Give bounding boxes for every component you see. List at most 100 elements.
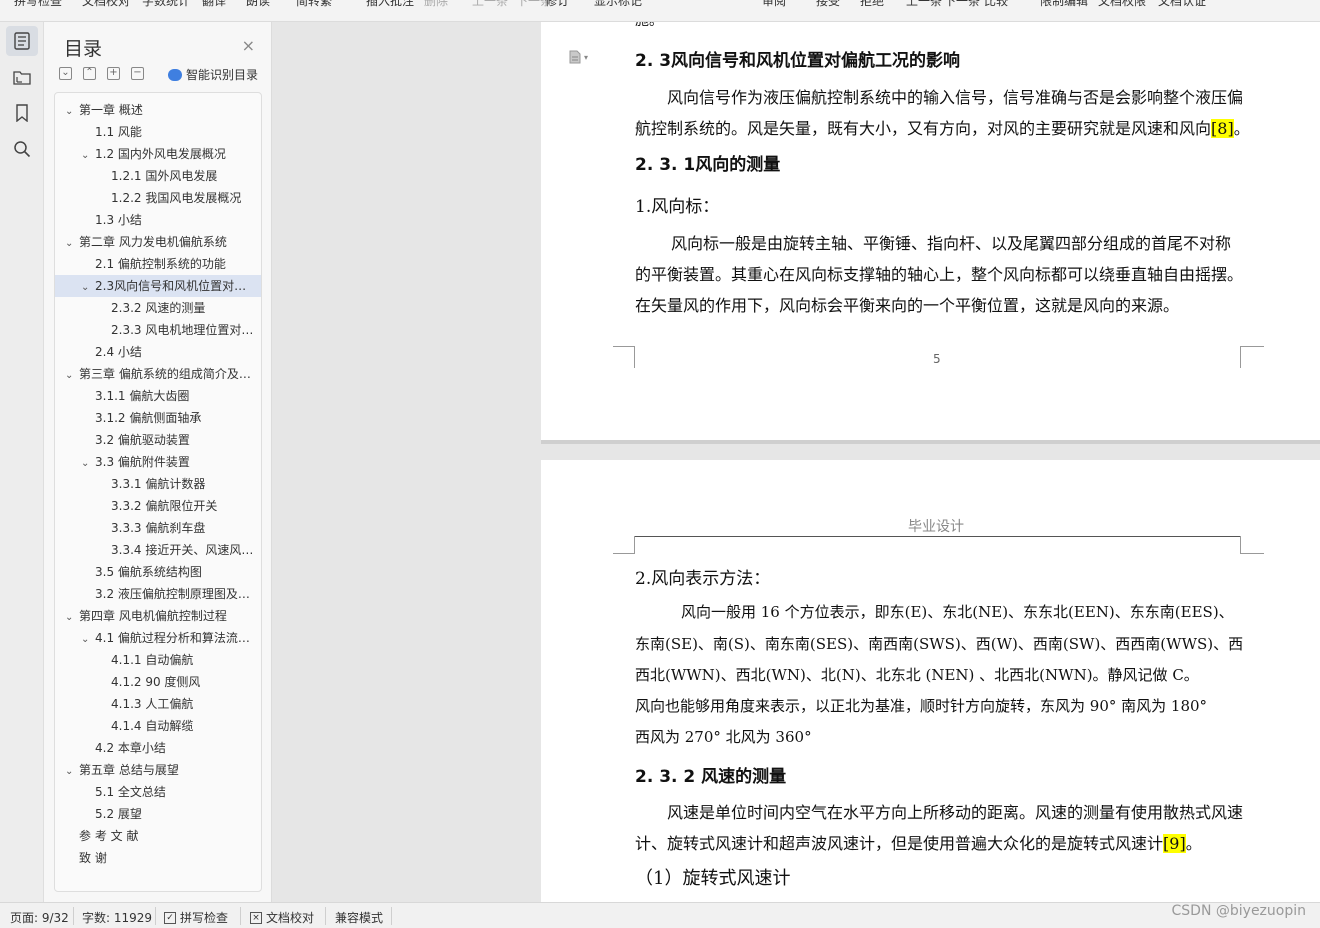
prev-comment-button[interactable]: 上一条	[472, 0, 508, 9]
toc-item[interactable]: 3.3.1 偏航计数器	[55, 473, 261, 495]
doc-permission-button[interactable]: 文档权限	[1098, 0, 1146, 9]
toc-item[interactable]: 1.2.2 我国风电发展概况	[55, 187, 261, 209]
document-workspace[interactable]: ▾ 施。 2. 3风向信号和风机位置对偏航工况的影响 风向信号作为液压偏航控制系…	[273, 22, 1320, 902]
toc-item[interactable]: ⌄ 第二章 风力发电机偏航系统	[55, 231, 261, 253]
citation-9[interactable]: [9]	[1163, 834, 1186, 853]
read-aloud-button[interactable]: 朗读	[246, 0, 270, 9]
para-3-line-2: 东南(SE)、南(S)、南东南(SES)、南西南(SWS)、西(W)、西南(SW…	[635, 635, 1244, 653]
toc-item[interactable]: 4.1.4 自动解缆	[55, 715, 261, 737]
bookmark-icon[interactable]	[6, 98, 38, 128]
page-header-text: 毕业设计	[908, 519, 964, 535]
toc-item[interactable]: 3.1.2 偏航侧面轴承	[55, 407, 261, 429]
toc-item[interactable]: 3.3.4 接近开关、风速风向仪	[55, 539, 261, 561]
toc-item[interactable]: ⌄ 第一章 概述	[55, 99, 261, 121]
insert-comment-button[interactable]: 插入批注	[366, 0, 414, 9]
search-icon[interactable]	[6, 134, 38, 164]
s2t-button[interactable]: 简转繁	[296, 0, 332, 9]
toc-item[interactable]: 2.3.3 风电机地理位置对偏航的影响	[55, 319, 261, 341]
close-icon[interactable]: ×	[242, 36, 255, 55]
add-heading-icon[interactable]: +	[107, 67, 120, 80]
spell-check-status[interactable]: ✓ 拼写检查	[164, 909, 228, 926]
toc-item[interactable]: ⌄ 4.1 偏航过程分析和算法流程图	[55, 627, 261, 649]
chevron-down-icon[interactable]: ⌄	[65, 365, 79, 385]
delete-comment-button[interactable]: 删除	[424, 0, 448, 9]
para-2-line-1: 风向标一般是由旋转主轴、平衡锤、指向杆、以及尾翼四部分组成的首尾不对称	[671, 234, 1232, 253]
toc-item[interactable]: 2.3.2 风速的测量	[55, 297, 261, 319]
spell-check-label: 拼写检查	[180, 911, 229, 925]
toc-item[interactable]: 4.1.1 自动偏航	[55, 649, 261, 671]
margin-corner-tl	[613, 536, 635, 554]
toc-item[interactable]: ⌄ 1.2 国内外风电发展概况	[55, 143, 261, 165]
show-markup-button[interactable]: 显示标记	[594, 0, 642, 9]
toc-item[interactable]: 5.1 全文总结	[55, 781, 261, 803]
toc-item[interactable]: 3.1.1 偏航大齿圈	[55, 385, 261, 407]
ai-icon	[168, 68, 182, 81]
toc-item-label: 3.3.3 偏航刹车盘	[111, 521, 206, 535]
toc-item-label: 3.1.1 偏航大齿圈	[95, 389, 190, 403]
toc-item-label: 1.3 小结	[95, 213, 142, 227]
heading-2-3: 2. 3风向信号和风机位置对偏航工况的影响	[635, 51, 961, 71]
toc-item[interactable]: ⌄ 第四章 风电机偏航控制过程	[55, 605, 261, 627]
word-count-button[interactable]: 字数统计	[142, 0, 190, 9]
toc-item[interactable]: 4.2 本章小结	[55, 737, 261, 759]
divider	[391, 907, 392, 925]
para-3-line-1: 风向一般用 16 个方位表示，即东(E)、东北(NE)、东东北(EEN)、东东南…	[681, 603, 1234, 621]
doc-proof-button[interactable]: 文档校对	[82, 0, 130, 9]
smart-toc-button[interactable]: 智能识别目录	[168, 66, 258, 83]
toc-item[interactable]: 2.4 小结	[55, 341, 261, 363]
toc-item[interactable]: 1.1 风能	[55, 121, 261, 143]
chevron-down-icon[interactable]: ⌄	[65, 607, 79, 627]
ribbon-toolbar: 拼写检查 文档校对 字数统计 翻译 朗读 简转繁 插入批注 删除 上一条 下一条…	[0, 0, 1320, 22]
toc-item[interactable]: 参 考 文 献	[55, 825, 261, 847]
track-changes-button[interactable]: 修订	[545, 0, 569, 9]
toc-item[interactable]: 5.2 展望	[55, 803, 261, 825]
toc-item-label: 5.1 全文总结	[95, 785, 166, 799]
toc-item-label: 第二章 风力发电机偏航系统	[79, 235, 227, 249]
toc-item[interactable]: 3.3.3 偏航刹车盘	[55, 517, 261, 539]
chevron-down-icon[interactable]: ⌄	[65, 761, 79, 781]
citation-8[interactable]: [8]	[1211, 119, 1234, 138]
translate-button[interactable]: 翻译	[202, 0, 226, 9]
toc-item[interactable]: 3.2 液压偏航控制原理图及分析	[55, 583, 261, 605]
toc-item[interactable]: 1.3 小结	[55, 209, 261, 231]
chevron-down-icon[interactable]: ⌄	[81, 453, 95, 473]
expand-up-icon[interactable]: ⌃	[83, 67, 96, 80]
page-indicator[interactable]: 页面: 9/32	[10, 909, 69, 926]
chevron-down-icon[interactable]: ⌄	[65, 233, 79, 253]
doc-proof-status[interactable]: × 文档校对	[250, 909, 314, 926]
margin-corner-bl	[613, 346, 635, 368]
toc-item[interactable]: 3.5 偏航系统结构图	[55, 561, 261, 583]
chevron-down-icon[interactable]: ⌄	[65, 101, 79, 121]
folder-tree-icon[interactable]	[6, 62, 38, 92]
chevron-down-icon[interactable]: ⌄	[81, 277, 95, 297]
accept-button[interactable]: 接受	[816, 0, 840, 9]
review-button[interactable]: 审阅	[762, 0, 786, 9]
spell-check-button[interactable]: 拼写检查	[14, 0, 62, 9]
toc-item[interactable]: 4.1.2 90 度侧风	[55, 671, 261, 693]
toc-item[interactable]: ⌄ 3.3 偏航附件装置	[55, 451, 261, 473]
toc-item[interactable]: 3.3.2 偏航限位开关	[55, 495, 261, 517]
outline-icon[interactable]	[6, 26, 38, 56]
toc-item[interactable]: ⌄ 第五章 总结与展望	[55, 759, 261, 781]
chevron-down-icon[interactable]: ⌄	[81, 145, 95, 165]
prev-change-button[interactable]: 上一条	[906, 0, 942, 9]
word-count[interactable]: 字数: 11929	[82, 909, 152, 926]
chevron-down-icon[interactable]: ⌄	[81, 629, 95, 649]
restrict-edit-button[interactable]: 限制编辑	[1040, 0, 1088, 9]
paragraph-menu-icon[interactable]: ▾	[569, 50, 588, 64]
toc-item[interactable]: 3.2 偏航驱动装置	[55, 429, 261, 451]
toc-item[interactable]: 致 谢	[55, 847, 261, 869]
toc-item[interactable]: ⌄2.3风向信号和风机位置对偏航工况的影响	[55, 275, 261, 297]
collapse-all-icon[interactable]: ⌄	[59, 67, 72, 80]
para-4-line-2: 计、旋转式风速计和超声波风速计，但是使用普遍大众化的是旋转式风速计[9]。	[635, 834, 1202, 853]
compare-button[interactable]: 比较	[984, 0, 1008, 9]
para-1-line-1: 风向信号作为液压偏航控制系统中的输入信号，信号准确与否是会影响整个液压偏	[667, 88, 1244, 107]
toc-item[interactable]: 2.1 偏航控制系统的功能	[55, 253, 261, 275]
remove-heading-icon[interactable]: −	[131, 67, 144, 80]
reject-button[interactable]: 拒绝	[860, 0, 884, 9]
next-change-button[interactable]: 下一条	[944, 0, 980, 9]
toc-item[interactable]: 4.1.3 人工偏航	[55, 693, 261, 715]
doc-auth-button[interactable]: 文档认证	[1158, 0, 1206, 9]
toc-item[interactable]: 1.2.1 国外风电发展	[55, 165, 261, 187]
toc-item[interactable]: ⌄ 第三章 偏航系统的组成简介及功能	[55, 363, 261, 385]
